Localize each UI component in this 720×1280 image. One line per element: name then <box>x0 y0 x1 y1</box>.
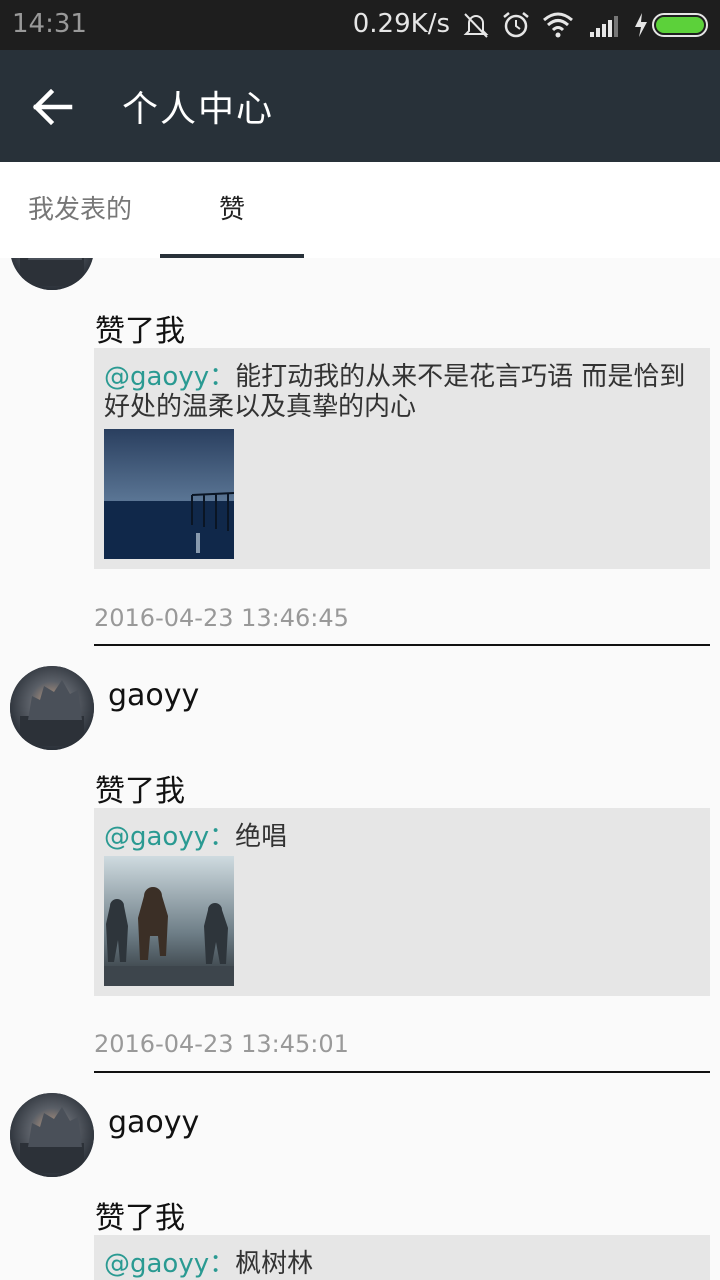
list-item: gaoyy 赞了我 @gaoyy：枫树林 <box>0 1073 720 1280</box>
mute-icon <box>463 13 489 38</box>
mention-separator: ： <box>209 362 236 392</box>
tab-bar: 我发表的 赞 <box>0 162 720 258</box>
list-item: gaoyy 赞了我 @gaoyy：绝唱 2016-04-23 13:45:01 <box>0 646 720 1074</box>
battery-icon <box>652 13 708 37</box>
quoted-post[interactable]: @gaoyy：能打动我的从来不是花言巧语 而是恰到好处的温柔以及真挚的内心 <box>94 348 710 569</box>
like-action-text: 赞了我 <box>95 774 185 809</box>
avatar[interactable] <box>10 666 94 750</box>
status-time: 14:31 <box>12 9 87 39</box>
tab-my-posts[interactable]: 我发表的 <box>0 162 160 258</box>
mention-separator: ： <box>209 822 236 852</box>
quoted-post-text: @gaoyy：绝唱 <box>104 822 700 852</box>
quoted-post-text: @gaoyy：枫树林 <box>104 1249 700 1279</box>
quoted-post[interactable]: @gaoyy：枫树林 <box>94 1235 710 1280</box>
wifi-icon <box>543 12 573 38</box>
network-speed: 0.29K/s <box>352 9 450 39</box>
app-bar: 个人中心 <box>0 50 720 162</box>
mention-link[interactable]: @gaoyy <box>104 822 209 852</box>
timestamp: 2016-04-23 13:45:01 <box>94 1030 349 1058</box>
tab-label: 赞 <box>218 195 245 225</box>
mention-separator: ： <box>209 1249 236 1279</box>
tab-likes[interactable]: 赞 <box>160 162 304 258</box>
post-content: 绝唱 <box>235 822 288 852</box>
list-item: 赞了我 @gaoyy：能打动我的从来不是花言巧语 而是恰到好处的温柔以及真挚的内… <box>0 258 720 648</box>
post-content: 枫树林 <box>235 1249 314 1279</box>
timestamp: 2016-04-23 13:46:45 <box>94 604 349 632</box>
like-action-text: 赞了我 <box>95 314 185 349</box>
mention-link[interactable]: @gaoyy <box>104 362 209 392</box>
alarm-icon <box>503 12 529 38</box>
arrow-left-icon[interactable] <box>30 84 82 130</box>
username[interactable]: gaoyy <box>108 678 199 713</box>
charging-icon <box>635 13 647 37</box>
status-bar: 14:31 0.29K/s <box>0 0 720 50</box>
quoted-post-text: @gaoyy：能打动我的从来不是花言巧语 而是恰到好处的温柔以及真挚的内心 <box>104 362 700 422</box>
page-title: 个人中心 <box>122 89 275 130</box>
quoted-post[interactable]: @gaoyy：绝唱 <box>94 808 710 996</box>
signal-icon <box>590 16 618 37</box>
like-action-text: 赞了我 <box>95 1201 185 1236</box>
post-image[interactable] <box>104 856 234 986</box>
tab-label: 我发表的 <box>27 195 132 225</box>
avatar[interactable] <box>10 258 94 290</box>
username[interactable]: gaoyy <box>108 1105 199 1140</box>
post-image[interactable] <box>104 429 234 559</box>
avatar[interactable] <box>10 1093 94 1177</box>
likes-feed[interactable]: 赞了我 @gaoyy：能打动我的从来不是花言巧语 而是恰到好处的温柔以及真挚的内… <box>0 258 720 1280</box>
mention-link[interactable]: @gaoyy <box>104 1249 209 1279</box>
